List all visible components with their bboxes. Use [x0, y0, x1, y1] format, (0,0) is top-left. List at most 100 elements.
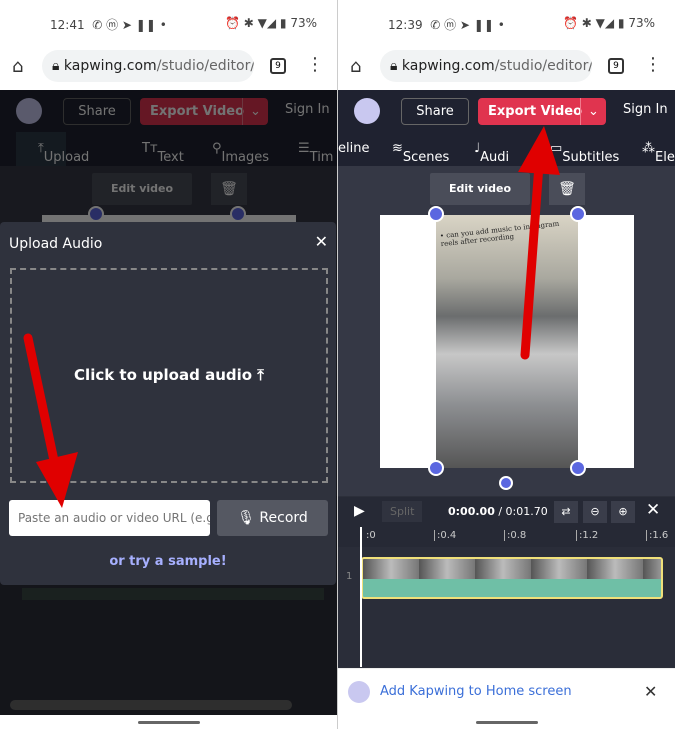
toolbar: eline ≋ Scenes ♩ Audi ▭ Subtitles ⁂ Ele [338, 132, 675, 166]
add-to-home-banner[interactable]: Add Kapwing to Home screen ✕ [338, 668, 675, 715]
resize-handle[interactable] [428, 460, 444, 476]
clock: 12:41 [50, 18, 85, 32]
battery-level: 73% [290, 16, 317, 30]
canvas: Edit video 🗑︎ • can you add music to ins… [338, 166, 675, 496]
playhead[interactable] [360, 527, 362, 667]
resize-handle[interactable] [428, 206, 444, 222]
chevron-down-icon[interactable]: ⌄ [242, 98, 268, 125]
gesture-bar [138, 721, 200, 724]
toolbar: ⤒ Upload Tт Text ⚲ Images ☰ Tim [0, 132, 337, 166]
current-time: 0:00.00 [448, 505, 495, 518]
resize-handle[interactable] [230, 206, 246, 222]
tick-label: :0.8 [504, 530, 526, 541]
resize-handle[interactable] [570, 206, 586, 222]
sign-in-link[interactable]: Sign In [285, 102, 330, 117]
video-frame[interactable]: • can you add music to instagram reels a… [380, 215, 634, 468]
upload-dropzone[interactable]: Click to upload audio ⤒ [10, 268, 328, 483]
video-preview: • can you add music to instagram reels a… [436, 215, 578, 468]
zoom-out-icon[interactable]: ⊖ [583, 501, 607, 523]
rotate-icon[interactable] [499, 476, 513, 490]
record-label: Record [259, 510, 308, 526]
tab-switcher[interactable]: 9 [608, 58, 624, 74]
avatar[interactable] [16, 98, 42, 124]
chevron-down-icon[interactable]: ⌄ [580, 98, 606, 125]
tab-label: Text [157, 150, 184, 165]
tab-subtitles[interactable]: ▭ Subtitles [550, 141, 619, 165]
close-icon[interactable]: ✕ [644, 682, 657, 701]
tab-label: Scenes [402, 150, 450, 165]
tab-label: Ele [655, 150, 675, 165]
export-label: Export Video [488, 104, 582, 119]
play-icon[interactable]: ▶ [354, 503, 365, 519]
system-icons: ⏰ ✱ ▼◢ ▮ [563, 16, 625, 30]
tab-images[interactable]: ⚲ Images [212, 141, 269, 165]
track-number: 1 [346, 571, 353, 582]
home-icon[interactable]: ⌂ [350, 56, 361, 77]
scrollbar[interactable] [10, 700, 292, 710]
battery-level: 73% [628, 16, 655, 30]
duration: / 0:01.70 [498, 505, 548, 518]
trash-icon[interactable]: 🗑︎ [211, 173, 247, 205]
app-header: Share Export Video ⌄ Sign In [338, 90, 675, 132]
video-clip[interactable] [361, 557, 663, 599]
tab-text[interactable]: Tт Text [142, 141, 184, 165]
banner-text[interactable]: Add Kapwing to Home screen [380, 684, 572, 699]
try-sample-link[interactable]: or try a sample! [0, 554, 336, 569]
resize-handle[interactable] [570, 460, 586, 476]
tab-upload[interactable]: ⤒ Upload [16, 132, 89, 166]
clip-thumbnails [363, 559, 661, 579]
share-button[interactable]: Share [63, 98, 131, 125]
url-bar[interactable]: 🔒︎ kapwing.com/studio/editor/l [380, 50, 592, 82]
tab-label: Images [221, 150, 270, 165]
kapwing-logo [348, 681, 370, 703]
lock-icon: 🔒︎ [52, 58, 60, 74]
timeline-ruler: :0 :0.4 :0.8 :1.2 :1.6 [338, 527, 675, 547]
zoom-in-icon[interactable]: ⊕ [611, 501, 635, 523]
tick-label: :1.6 [646, 530, 668, 541]
trash-icon[interactable]: 🗑︎ [549, 173, 585, 205]
tab-scenes[interactable]: ≋ Scenes [392, 141, 449, 165]
audio-url-input[interactable] [9, 500, 210, 536]
microphone-icon: 🎙︎ [237, 510, 255, 526]
upload-icon: ⤒ [257, 366, 264, 384]
gesture-bar [476, 721, 538, 724]
sign-in-link[interactable]: Sign In [623, 102, 668, 117]
swap-icon[interactable]: ⇄ [554, 501, 578, 523]
upload-audio-modal: Upload Audio ✕ Click to upload audio ⤒ 🎙… [0, 222, 336, 585]
timeline-tracks: 1 [338, 547, 675, 667]
tab-label: Audi [480, 150, 510, 165]
more-menu-icon[interactable]: ⋮ [306, 54, 324, 75]
edit-video-button[interactable]: Edit video [430, 173, 530, 205]
share-button[interactable]: Share [401, 98, 469, 125]
lock-icon: 🔒︎ [390, 58, 398, 74]
tab-elements[interactable]: ⁂ Ele [642, 141, 675, 165]
export-label: Export Video [150, 104, 244, 119]
close-timeline-icon[interactable]: ✕ [646, 500, 660, 520]
export-video-button[interactable]: Export Video ⌄ [478, 98, 606, 125]
url-bar[interactable]: 🔒︎ kapwing.com/studio/editor/u [42, 50, 254, 82]
tab-timeline[interactable]: ☰ Tim [298, 141, 333, 165]
edit-video-button[interactable]: Edit video [92, 173, 192, 205]
dropzone-label: Click to upload audio [74, 366, 253, 384]
avatar[interactable] [354, 98, 380, 124]
url-domain: kapwing.com [401, 58, 495, 74]
tab-timeline[interactable]: eline [338, 141, 369, 156]
kapwing-app: Share Export Video ⌄ Sign In eline ≋ Scen… [338, 90, 675, 715]
more-menu-icon[interactable]: ⋮ [644, 54, 662, 75]
tick-label: :0.4 [434, 530, 456, 541]
resize-handle[interactable] [88, 206, 104, 222]
clock: 12:39 [388, 18, 423, 32]
tab-audio[interactable]: ♩ Audi [474, 141, 509, 165]
track-clip-dimmed [22, 588, 324, 600]
notification-icons: ✆ ⓜ ➤ ❚❚ • [92, 18, 167, 32]
home-icon[interactable]: ⌂ [12, 56, 23, 77]
record-button[interactable]: 🎙︎ Record [217, 500, 328, 536]
video-caption-text: • can you add music to instagram reels a… [439, 219, 560, 249]
tick-label: :1.2 [576, 530, 598, 541]
close-icon[interactable]: ✕ [315, 232, 328, 251]
split-button[interactable]: Split [382, 501, 423, 522]
system-icons: ⏰ ✱ ▼◢ ▮ [225, 16, 287, 30]
export-video-button[interactable]: Export Video ⌄ [140, 98, 268, 125]
browser-bar: ⌂ 🔒︎ kapwing.com/studio/editor/l 9 ⋮ [338, 46, 675, 90]
tab-switcher[interactable]: 9 [270, 58, 286, 74]
